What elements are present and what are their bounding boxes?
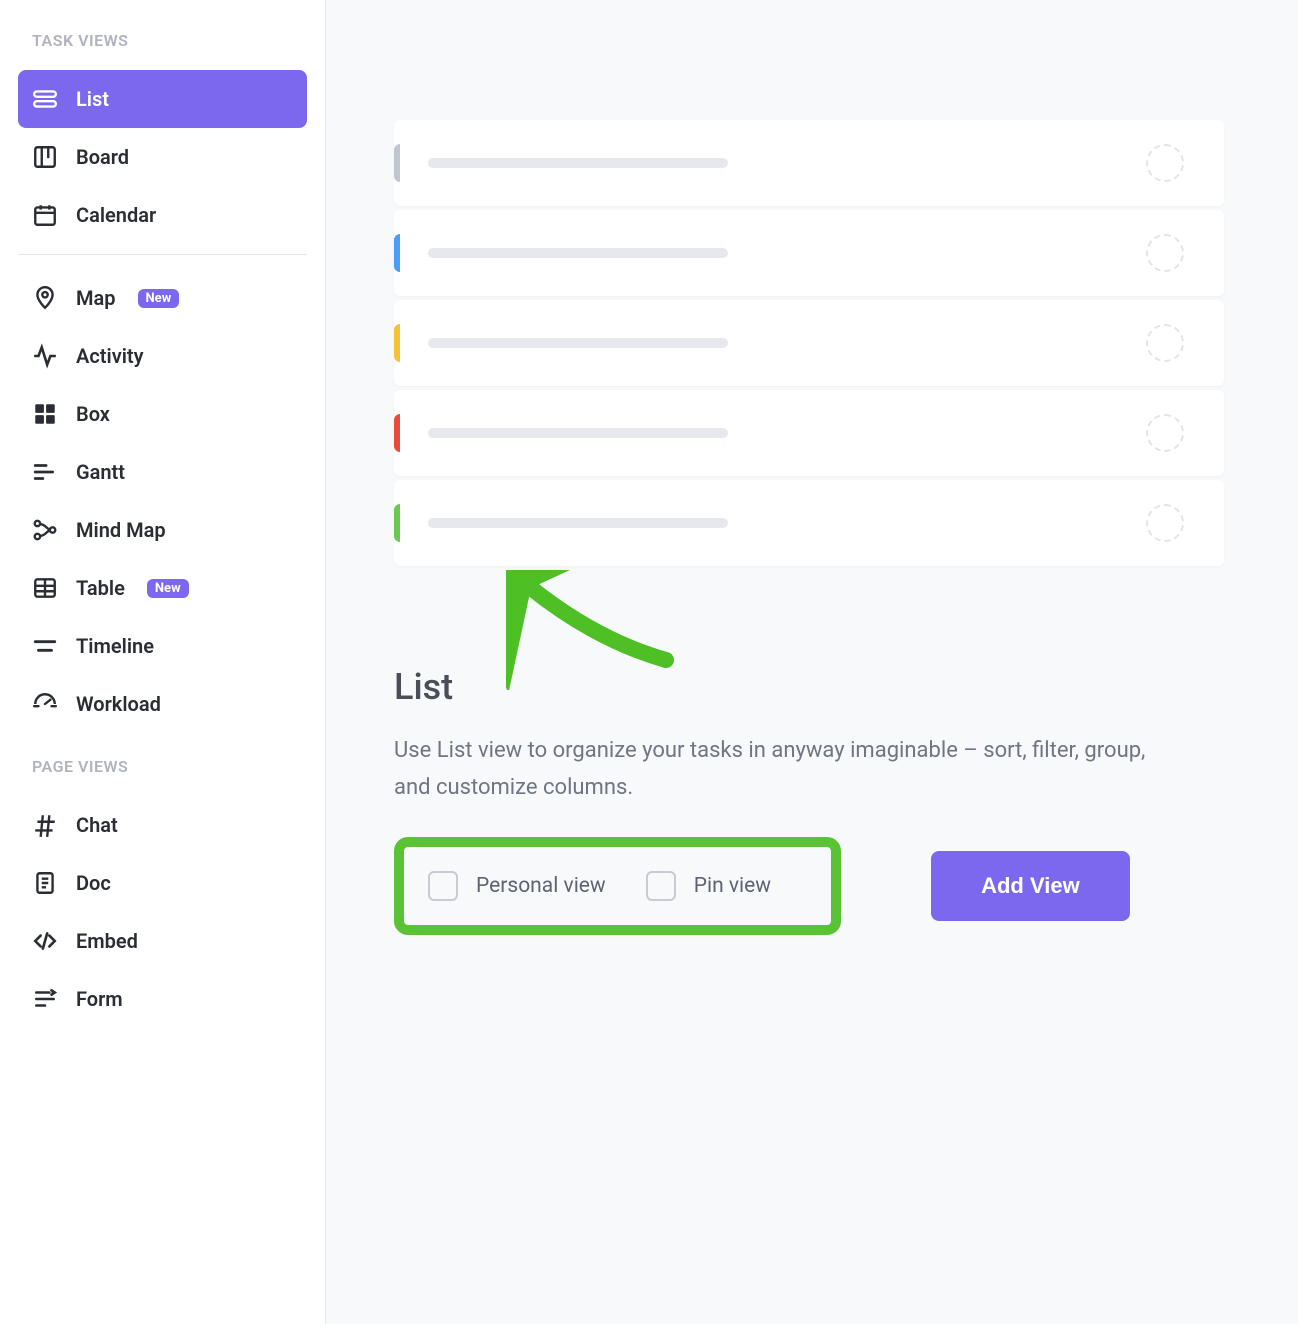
option-label: Pin view [694, 874, 771, 898]
gantt-icon [32, 459, 58, 485]
section-title-task-views: TASK VIEWS [18, 25, 307, 70]
embed-icon [32, 928, 58, 954]
main-panel: List Use List view to organize your task… [326, 0, 1298, 1324]
checkbox-icon[interactable] [646, 871, 676, 901]
sidebar-item-form[interactable]: Form [18, 970, 307, 1028]
sidebar-item-workload[interactable]: Workload [18, 675, 307, 733]
skeleton-text [428, 248, 728, 258]
list-icon [32, 86, 58, 112]
table-icon [32, 575, 58, 601]
new-badge: New [147, 579, 189, 598]
form-icon [32, 986, 58, 1012]
sidebar-item-doc[interactable]: Doc [18, 854, 307, 912]
sidebar-item-label: Chat [76, 813, 118, 837]
sidebar-item-board[interactable]: Board [18, 128, 307, 186]
skeleton-text [428, 428, 728, 438]
sidebar-item-calendar[interactable]: Calendar [18, 186, 307, 244]
assignee-placeholder-icon [1146, 414, 1184, 452]
option-label: Personal view [476, 874, 606, 898]
section-title-page-views: PAGE VIEWS [18, 733, 307, 796]
checkbox-icon[interactable] [428, 871, 458, 901]
task-row [394, 210, 1224, 296]
doc-icon [32, 870, 58, 896]
task-row [394, 480, 1224, 566]
sidebar-item-activity[interactable]: Activity [18, 327, 307, 385]
sidebar: TASK VIEWS List Board Calendar Map [0, 0, 326, 1324]
sidebar-item-label: Activity [76, 344, 144, 368]
sidebar-item-label: Timeline [76, 634, 154, 658]
skeleton-text [428, 518, 728, 528]
assignee-placeholder-icon [1146, 324, 1184, 362]
personal-view-option[interactable]: Personal view [428, 871, 606, 901]
sidebar-item-table[interactable]: Table New [18, 559, 307, 617]
sidebar-item-label: Embed [76, 929, 138, 953]
assignee-placeholder-icon [1146, 234, 1184, 272]
mindmap-icon [32, 517, 58, 543]
pin-view-option[interactable]: Pin view [646, 871, 771, 901]
box-icon [32, 401, 58, 427]
list-preview [394, 120, 1224, 566]
activity-icon [32, 343, 58, 369]
sidebar-item-map[interactable]: Map New [18, 269, 307, 327]
sidebar-item-label: Gantt [76, 460, 125, 484]
sidebar-item-label: Board [76, 145, 129, 169]
add-view-button[interactable]: Add View [931, 851, 1130, 921]
view-description: Use List view to organize your tasks in … [394, 732, 1174, 807]
board-icon [32, 144, 58, 170]
sidebar-item-label: Map [76, 286, 116, 310]
sidebar-item-label: Box [76, 402, 110, 426]
view-title: List [394, 666, 1224, 708]
timeline-icon [32, 633, 58, 659]
sidebar-item-label: Workload [76, 692, 161, 716]
sidebar-item-embed[interactable]: Embed [18, 912, 307, 970]
sidebar-item-gantt[interactable]: Gantt [18, 443, 307, 501]
view-options-highlight: Personal view Pin view [394, 837, 841, 935]
sidebar-item-label: List [76, 87, 109, 111]
workload-icon [32, 691, 58, 717]
sidebar-item-chat[interactable]: Chat [18, 796, 307, 854]
calendar-icon [32, 202, 58, 228]
sidebar-item-timeline[interactable]: Timeline [18, 617, 307, 675]
map-pin-icon [32, 285, 58, 311]
sidebar-item-label: Mind Map [76, 518, 166, 542]
task-row [394, 390, 1224, 476]
sidebar-item-label: Form [76, 987, 123, 1011]
sidebar-item-list[interactable]: List [18, 70, 307, 128]
sidebar-item-box[interactable]: Box [18, 385, 307, 443]
assignee-placeholder-icon [1146, 144, 1184, 182]
new-badge: New [138, 289, 180, 308]
task-row [394, 120, 1224, 206]
task-row [394, 300, 1224, 386]
skeleton-text [428, 338, 728, 348]
skeleton-text [428, 158, 728, 168]
view-detail: List Use List view to organize your task… [394, 666, 1224, 935]
sidebar-item-label: Doc [76, 871, 111, 895]
sidebar-item-label: Table [76, 576, 125, 600]
divider [18, 254, 307, 255]
sidebar-item-label: Calendar [76, 203, 156, 227]
assignee-placeholder-icon [1146, 504, 1184, 542]
hash-icon [32, 812, 58, 838]
sidebar-item-mindmap[interactable]: Mind Map [18, 501, 307, 559]
